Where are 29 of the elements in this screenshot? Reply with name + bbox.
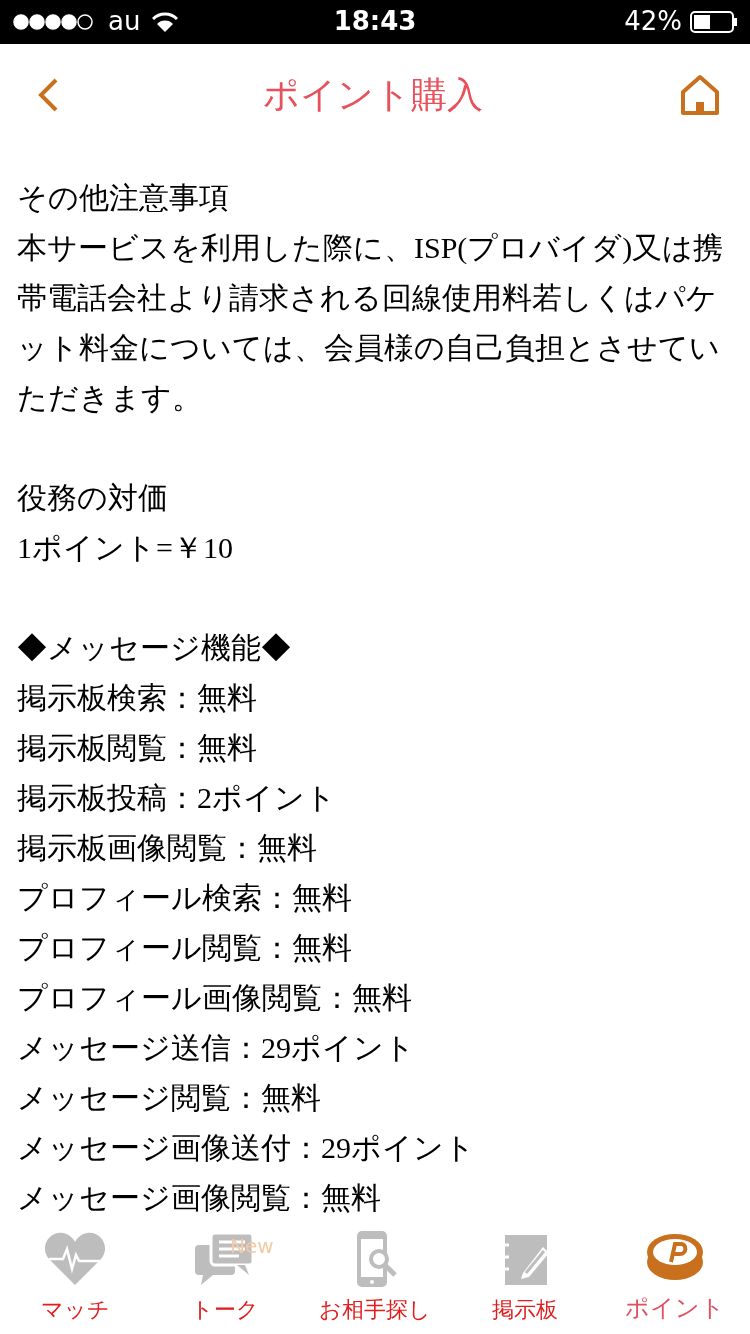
body-text: メッセージ閲覧：無料 [17, 1080, 322, 1117]
body-text: メッセージ画像閲覧：無料 [17, 1180, 382, 1217]
body-text: 掲示板検索：無料 [17, 680, 258, 717]
tab-item[interactable]: 掲示板 [450, 1223, 600, 1334]
tab-item[interactable]: お相手探し [300, 1223, 450, 1334]
carrier-name: au [108, 5, 141, 39]
tab-item[interactable]: マッチ [0, 1223, 150, 1334]
body-text: プロフィール画像閲覧：無料 [17, 980, 413, 1017]
home-icon [680, 73, 720, 116]
body-text: 掲示板投稿：2ポイント [17, 780, 337, 817]
body-text: 役務の対価 [17, 480, 169, 517]
body-text: プロフィール検索：無料 [17, 880, 353, 917]
body-text: 1ポイント=￥10 [17, 530, 234, 567]
body-text: ◆メッセージ機能◆ [17, 630, 292, 667]
body-text: プロフィール閲覧：無料 [17, 930, 353, 967]
signal-icon [12, 12, 96, 31]
body-text: 掲示板閲覧：無料 [17, 730, 258, 767]
body-text: メッセージ画像送付：29ポイント [17, 1130, 476, 1167]
status-time: 18:43 [333, 5, 417, 39]
page-title: ポイント購入 [263, 72, 483, 117]
body-text: その他注意事項 [17, 180, 230, 217]
wifi-icon [152, 11, 179, 32]
tab-item[interactable]: ポイント [600, 1223, 750, 1334]
battery-icon [690, 10, 738, 33]
body-text: 本サービスを利用した際に、ISP(プロバイダ)又は携帯電話会社より請求される回線使用料若しくはパケット料金については、会員様の自己負担とさせていただきます。 [17, 230, 725, 417]
body-text: メッセージ送信：29ポイント [17, 1030, 416, 1067]
body-text: 掲示板画像閲覧：無料 [17, 830, 318, 867]
battery-percent: 42% [624, 5, 682, 39]
back-icon [37, 76, 59, 113]
